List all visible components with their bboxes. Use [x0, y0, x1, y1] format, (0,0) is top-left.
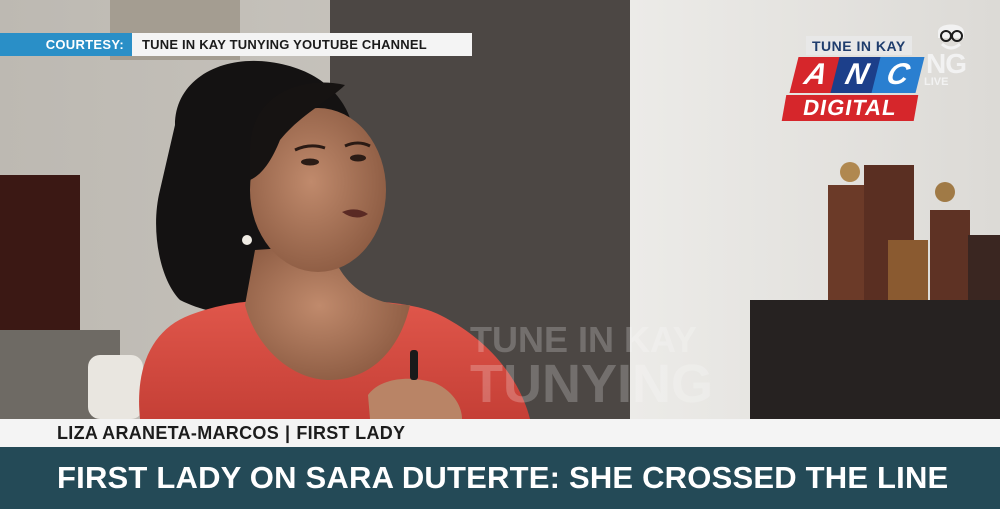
earring — [242, 235, 252, 245]
logo-digital: DIGITAL — [781, 95, 919, 121]
courtesy-source: TUNE IN KAY TUNYING YOUTUBE CHANNEL — [132, 33, 472, 56]
chair — [88, 355, 143, 419]
lapel-mic — [410, 350, 418, 380]
nameplate-separator: | — [285, 422, 291, 443]
trophy — [888, 240, 928, 300]
speaker-title: FIRST LADY — [296, 422, 406, 443]
logo-letter-c: C — [871, 57, 925, 93]
anc-digital-logo: TUNE IN KAY NG LIVE A N C DIGITAL — [781, 18, 982, 128]
trophy — [930, 210, 970, 300]
trophy — [828, 185, 864, 300]
logo-tune-in-kay: TUNE IN KAY — [806, 36, 912, 55]
speaker-nameplate: LIZA ARANETA-MARCOS | FIRST LADY — [0, 419, 1000, 447]
headline-text: FIRST LADY ON SARA DUTERTE: SHE CROSSED … — [57, 460, 949, 495]
channel-watermark: TUNE IN KAY TUNYING — [470, 319, 713, 414]
svg-text:TUNYING: TUNYING — [470, 354, 713, 414]
side-table — [750, 300, 1000, 419]
news-headline: FIRST LADY ON SARA DUTERTE: SHE CROSSED … — [0, 447, 1000, 509]
courtesy-label: COURTESY: — [0, 33, 132, 56]
logo-live: LIVE — [924, 76, 949, 88]
courtesy-banner: COURTESY: TUNE IN KAY TUNYING YOUTUBE CH… — [0, 33, 472, 56]
logo-anc: A N C — [789, 57, 925, 93]
speaker-name: LIZA ARANETA-MARCOS — [57, 422, 280, 443]
